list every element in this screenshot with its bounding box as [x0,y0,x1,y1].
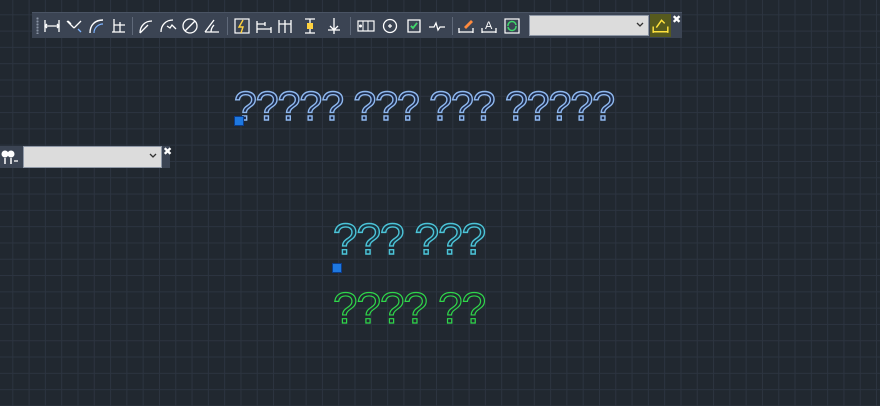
toolbar-separator [132,17,133,35]
dimension-break-icon[interactable] [324,16,344,36]
diameter-dimension-icon[interactable] [180,16,200,36]
radius-dimension-icon[interactable] [136,16,156,36]
dimension-toolbar: A ✖ [32,12,682,38]
center-mark-icon[interactable] [380,16,400,36]
linear-dimension-icon[interactable] [42,16,62,36]
jogged-dimension-icon[interactable] [158,16,178,36]
chevron-down-icon [149,153,157,158]
dimension-space-icon[interactable] [300,16,320,36]
dimension-style-combo[interactable] [529,15,649,36]
angular-dimension-icon[interactable] [202,16,222,36]
dimension-text-edit-icon[interactable]: A [479,16,499,36]
tolerance-icon[interactable] [356,16,376,36]
inspection-icon[interactable] [404,16,424,36]
multileader-toolbar: ✖ [0,146,172,168]
canvas-text-blue[interactable]: ????? ??? ??? ????? [233,85,615,127]
jogged-linear-icon[interactable] [427,16,447,36]
aligned-dimension-icon[interactable] [64,16,84,36]
dimension-edit-icon[interactable] [456,16,476,36]
multileader-icon[interactable] [0,147,20,167]
multileader-toolbar-close-button[interactable]: ✖ [163,146,172,157]
toolbar-separator [452,17,453,35]
dimension-update-icon[interactable] [502,16,522,36]
canvas-text-cyan[interactable]: ??? ??? [332,217,486,262]
arc-length-icon[interactable] [86,16,106,36]
ordinate-dimension-icon[interactable] [108,16,128,36]
text-grip-cyan[interactable] [332,263,342,273]
dimension-style-button[interactable] [650,14,671,37]
canvas-text-green[interactable]: ???? ?? [332,286,486,331]
toolbar-close-button[interactable]: ✖ [672,14,681,25]
chevron-down-icon [636,22,644,27]
quick-dimension-icon[interactable] [232,16,252,36]
multileader-style-combo[interactable] [23,146,162,168]
dimension-style-icon [652,19,669,33]
toolbar-separator [227,17,228,35]
toolbar-separator [350,17,351,35]
continue-dimension-icon[interactable] [276,16,296,36]
svg-text:A: A [485,20,493,32]
baseline-dimension-icon[interactable] [254,16,274,36]
toolbar-grip[interactable] [36,17,39,34]
text-grip-blue[interactable] [234,116,244,126]
